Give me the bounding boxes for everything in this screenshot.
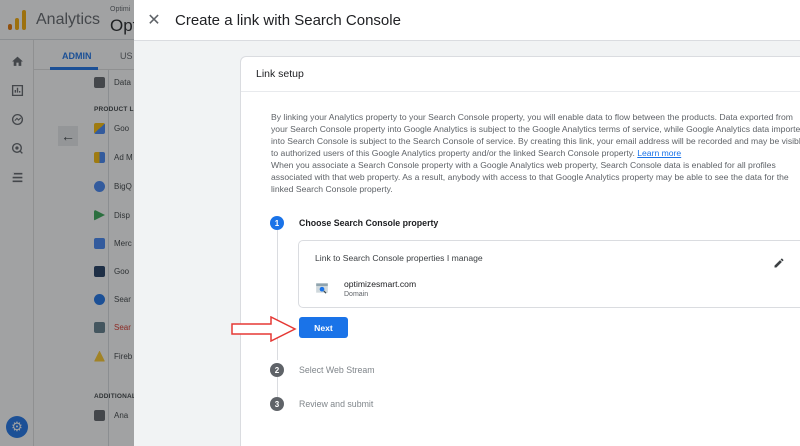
step-3-label: Review and submit <box>299 399 374 409</box>
property-box-label: Link to Search Console properties I mana… <box>315 253 483 263</box>
search-console-property-icon <box>315 281 329 295</box>
next-button[interactable]: Next <box>299 317 348 338</box>
intro-paragraph-1: By linking your Analytics property to yo… <box>271 112 800 158</box>
property-type: Domain <box>344 291 369 298</box>
card-header: Link setup <box>241 57 800 92</box>
sheet-title: Create a link with Search Console <box>175 12 401 29</box>
learn-more-link[interactable]: Learn more <box>637 148 681 158</box>
search-console-link-sheet: ✕ Create a link with Search Console Link… <box>134 0 800 446</box>
card-title: Link setup <box>256 68 304 80</box>
close-icon[interactable]: ✕ <box>144 10 164 30</box>
step-3-indicator: 3 <box>270 397 284 411</box>
link-setup-card: Link setup By linking your Analytics pro… <box>240 56 800 446</box>
step-1-label: Choose Search Console property <box>299 218 439 228</box>
search-console-property-box: Link to Search Console properties I mana… <box>298 240 800 308</box>
step-2-indicator: 2 <box>270 363 284 377</box>
edit-pencil-icon[interactable] <box>771 255 787 271</box>
stepper-line <box>277 377 278 397</box>
step-2-label: Select Web Stream <box>299 365 375 375</box>
sheet-header: ✕ Create a link with Search Console <box>134 0 800 41</box>
property-name: optimizesmart.com <box>344 279 417 289</box>
annotation-arrow-icon <box>231 316 297 342</box>
intro-text: By linking your Analytics property to yo… <box>271 111 800 195</box>
intro-paragraph-2: When you associate a Search Console prop… <box>271 160 789 194</box>
step-1-indicator: 1 <box>270 216 284 230</box>
